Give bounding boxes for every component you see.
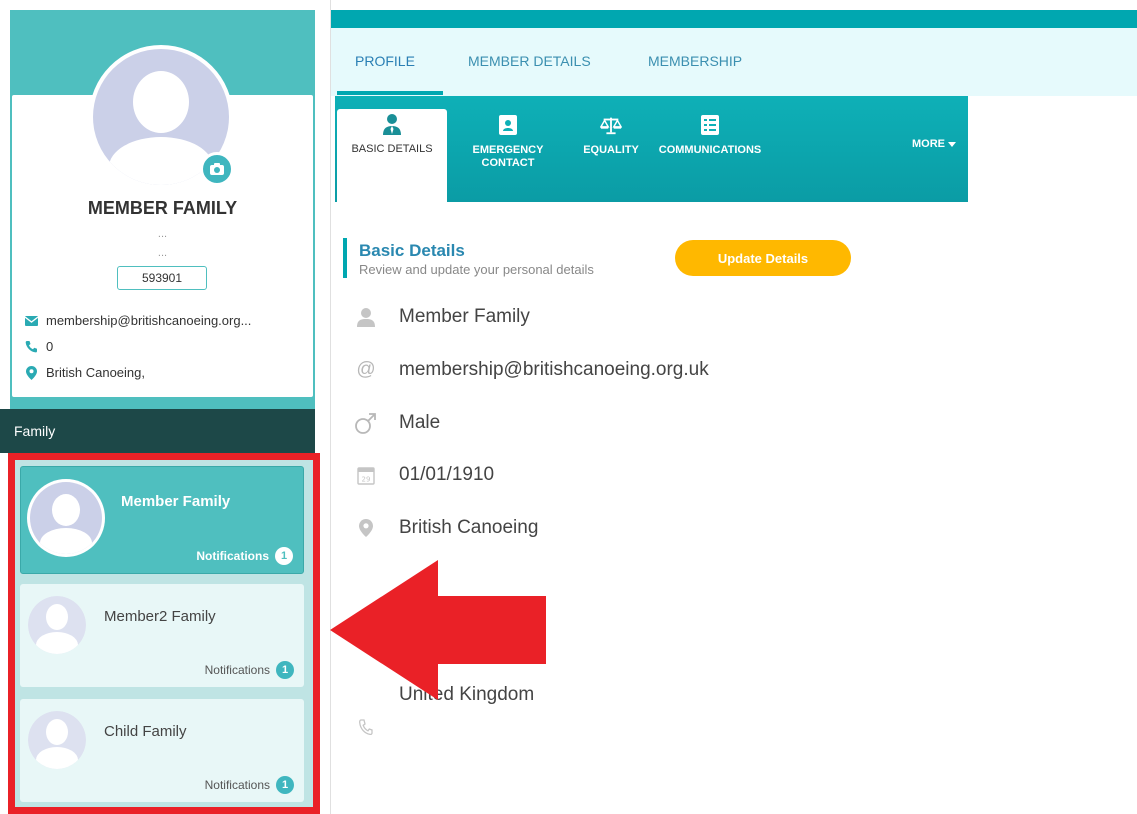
map-pin-icon <box>24 365 38 380</box>
notifications-label: Notifications <box>196 549 269 563</box>
tab-membership[interactable]: MEMBERSHIP <box>648 53 742 69</box>
section-subtitle: Review and update your personal details <box>359 262 594 277</box>
user-icon <box>353 304 379 330</box>
checklist-icon <box>699 114 721 136</box>
scales-icon <box>600 114 622 136</box>
detail-phone-row <box>353 714 399 740</box>
profile-email-row: membership@britishcanoeing.org... <box>24 313 251 328</box>
tab-profile[interactable]: PROFILE <box>355 53 415 69</box>
family-section-header: Family <box>0 409 315 453</box>
red-arrow-annotation <box>330 560 546 700</box>
detail-gender: Male <box>399 412 441 433</box>
active-tab-underline <box>337 91 443 95</box>
top-accent-bar <box>331 10 1137 28</box>
detail-dob: 01/01/1910 <box>399 464 495 485</box>
phone-icon <box>24 340 38 354</box>
notifications-label: Notifications <box>204 663 270 677</box>
phone-icon <box>353 714 379 740</box>
profile-phone-row: 0 <box>24 339 53 354</box>
contact-card-icon <box>497 114 519 136</box>
detail-name-row: Member Family <box>353 304 530 330</box>
notification-count-badge: 1 <box>275 547 293 565</box>
detail-address: British Canoeing <box>399 517 539 538</box>
detail-name: Member Family <box>399 306 530 327</box>
profile-name: MEMBER FAMILY <box>87 198 238 218</box>
subtab-emergency-contact[interactable]: EMERGENCY CONTACT <box>453 96 563 202</box>
svg-text:29: 29 <box>362 476 371 484</box>
family-member-notifications: Notifications 1 <box>205 661 294 679</box>
subtab-basic-details[interactable]: BASIC DETAILS <box>337 109 447 202</box>
section-accent-bar <box>343 238 347 278</box>
male-symbol-icon <box>353 410 379 436</box>
family-member-avatar <box>28 596 86 654</box>
at-sign-icon: @ <box>356 359 376 380</box>
caret-down-icon <box>948 138 956 150</box>
tab-member-details[interactable]: MEMBER DETAILS <box>468 53 591 69</box>
profile-address-row: British Canoeing, <box>24 365 145 380</box>
profile-email: membership@britishcanoeing.org... <box>46 313 252 328</box>
envelope-icon <box>24 314 38 328</box>
profile-phone: 0 <box>46 339 54 354</box>
family-member-name: Member Family <box>121 493 231 510</box>
detail-gender-row: Male <box>353 410 440 436</box>
more-dropdown[interactable]: MORE <box>912 138 956 150</box>
family-member-card-active[interactable]: Member Family Notifications 1 <box>20 466 304 574</box>
detail-dob-row: 29 01/01/1910 <box>353 462 494 488</box>
update-details-button[interactable]: Update Details <box>675 240 851 276</box>
app-window: MEMBER FAMILY ... ... 593901 membership@… <box>0 0 1137 814</box>
calendar-icon: 29 <box>353 462 379 488</box>
family-member-card[interactable]: Child Family Notifications 1 <box>20 699 304 802</box>
user-tie-icon <box>381 113 403 135</box>
member-id-badge: 593901 <box>117 266 207 290</box>
subtab-equality[interactable]: EQUALITY <box>571 96 651 202</box>
notification-count-badge: 1 <box>276 776 294 794</box>
profile-dots-1: ... <box>157 228 168 240</box>
profile-dots-2: ... <box>157 247 168 259</box>
subtab-communications[interactable]: COMMUNICATIONS <box>655 96 765 202</box>
family-member-card[interactable]: Member2 Family Notifications 1 <box>20 584 304 687</box>
profile-address: British Canoeing, <box>46 365 145 380</box>
camera-icon[interactable] <box>200 152 234 186</box>
family-member-name: Member2 Family <box>104 608 216 625</box>
section-title: Basic Details <box>359 241 465 260</box>
sidebar: MEMBER FAMILY ... ... 593901 membership@… <box>0 0 330 814</box>
notification-count-badge: 1 <box>276 661 294 679</box>
family-member-notifications: Notifications 1 <box>196 547 293 565</box>
family-member-notifications: Notifications 1 <box>205 776 294 794</box>
notifications-label: Notifications <box>204 778 270 792</box>
family-member-avatar <box>27 479 105 557</box>
detail-email: membership@britishcanoeing.org.uk <box>399 359 709 380</box>
map-pin-icon <box>353 515 379 541</box>
family-member-name: Child Family <box>104 723 187 740</box>
family-member-avatar <box>28 711 86 769</box>
subnav-bar: BASIC DETAILS EMERGENCY CONTACT EQUALITY… <box>335 96 968 202</box>
detail-email-row: @ membership@britishcanoeing.org.uk <box>353 357 709 383</box>
detail-address-row: British Canoeing <box>353 515 538 541</box>
